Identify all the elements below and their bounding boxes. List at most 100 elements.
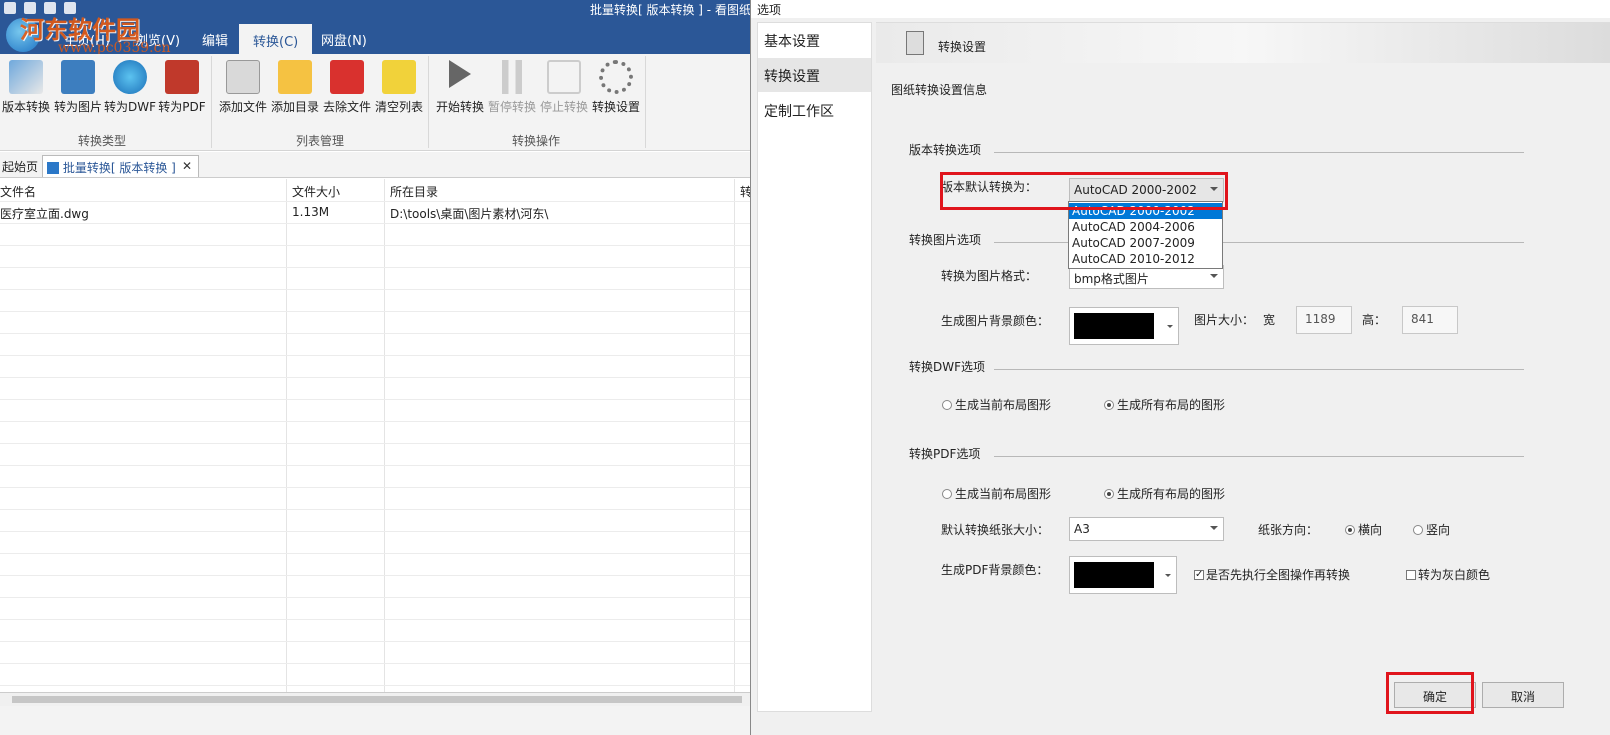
- to-image-button[interactable]: 转为图片: [50, 60, 106, 115]
- dialog-content: 转换设置 图纸转换设置信息 版本转换选项 版本默认转换为： AutoCAD 20…: [876, 22, 1610, 677]
- pause-convert-button[interactable]: 暂停转换: [484, 60, 540, 115]
- image-bg-label: 生成图片背景颜色：: [941, 314, 1050, 328]
- to-dwf-button[interactable]: 转为DWF: [102, 60, 158, 115]
- column-divider: [286, 179, 287, 692]
- column-header-size[interactable]: 文件大小: [292, 179, 340, 201]
- row-filename[interactable]: 医疗室立面.dwg: [0, 205, 89, 222]
- section-divider: [994, 456, 1524, 457]
- nav-basic-settings[interactable]: 基本设置: [758, 23, 871, 57]
- pdf-bg-label: 生成PDF背景颜色：: [941, 563, 1049, 577]
- row-divider: [0, 355, 750, 356]
- add-folder-button[interactable]: 添加目录: [267, 60, 323, 115]
- pdf-bg-color-picker[interactable]: [1069, 556, 1177, 594]
- dialog-title: 选项: [751, 0, 1610, 18]
- group-label-list-management: 列表管理: [296, 134, 345, 148]
- section-version: 版本转换选项: [909, 143, 982, 157]
- nav-custom-workspace[interactable]: 定制工作区: [758, 93, 871, 127]
- dropdown-option[interactable]: AutoCAD 2010-2012: [1069, 251, 1222, 267]
- orientation-landscape-radio[interactable]: 横向: [1345, 521, 1382, 538]
- clear-list-button[interactable]: 清空列表: [371, 60, 427, 115]
- radio-selected-icon: [1345, 524, 1355, 535]
- highlight-box-version: [940, 172, 1228, 210]
- pdf-icon: [165, 60, 199, 94]
- dialog-nav: 基本设置 转换设置 定制工作区: [757, 22, 872, 712]
- row-divider: [0, 575, 750, 576]
- version-convert-button[interactable]: 版本转换: [0, 60, 54, 115]
- open-icon[interactable]: [4, 2, 16, 14]
- nav-convert-settings[interactable]: 转换设置: [758, 58, 871, 92]
- row-divider: [0, 333, 750, 334]
- cancel-button[interactable]: 取消: [1482, 682, 1564, 708]
- pdf-paper-select[interactable]: A3: [1069, 517, 1224, 541]
- convert-settings-button[interactable]: 转换设置: [588, 60, 644, 115]
- document-tab-bar: 起始页 批量转换[ 版本转换 ] ✕: [0, 152, 770, 178]
- dropdown-option[interactable]: AutoCAD 2004-2006: [1069, 219, 1222, 235]
- image-width-input[interactable]: 1189: [1296, 306, 1352, 334]
- highlight-box-ok: [1386, 672, 1474, 714]
- orientation-portrait-radio[interactable]: 竖向: [1413, 521, 1450, 538]
- radio-selected-icon: [1104, 399, 1114, 410]
- close-icon[interactable]: ✕: [182, 159, 192, 173]
- radio-icon: [942, 488, 952, 499]
- row-divider: [0, 377, 750, 378]
- recycle-bin-icon: [382, 60, 416, 94]
- row-divider: [0, 421, 750, 422]
- image-width-label: 宽: [1263, 313, 1276, 327]
- pdf-paper-label: 默认转换纸张大小：: [941, 523, 1050, 537]
- checkbox-icon: [1406, 569, 1416, 580]
- stop-convert-button[interactable]: 停止转换: [536, 60, 592, 115]
- row-divider: [0, 663, 750, 664]
- tab-batch-convert[interactable]: 批量转换[ 版本转换 ] ✕: [42, 155, 199, 177]
- checkmark-icon: ✓: [1194, 568, 1204, 580]
- group-label-convert-operation: 转换操作: [512, 134, 561, 148]
- row-size: 1.13M: [292, 205, 330, 219]
- pdf-all-layouts-radio[interactable]: 生成所有布局的图形: [1104, 485, 1225, 502]
- remove-file-button[interactable]: 去除文件: [319, 60, 375, 115]
- file-list-table: 文件名 文件大小 所在目录 转 医疗室立面.dwg 1.13M D:\tools…: [0, 179, 770, 692]
- image-icon: [61, 60, 95, 94]
- scrollbar-thumb[interactable]: [12, 696, 742, 703]
- row-divider: [0, 465, 750, 466]
- section-divider: [994, 152, 1524, 153]
- dwf-current-layout-radio[interactable]: 生成当前布局图形: [942, 396, 1051, 413]
- section-dwf: 转换DWF选项: [909, 360, 986, 374]
- full-view-first-checkbox[interactable]: ✓ 是否先执行全图操作再转换: [1194, 566, 1350, 583]
- add-file-icon: [226, 60, 260, 94]
- dropdown-option[interactable]: AutoCAD 2007-2009: [1069, 235, 1222, 251]
- chevron-down-icon: [1210, 526, 1218, 530]
- version-convert-icon: [9, 60, 43, 94]
- image-height-input[interactable]: 841: [1402, 306, 1458, 334]
- tab-start-page[interactable]: 起始页: [0, 155, 42, 177]
- batch-icon: [47, 162, 59, 174]
- horizontal-scrollbar[interactable]: [0, 692, 770, 706]
- section-divider: [994, 369, 1524, 370]
- row-divider: [0, 487, 750, 488]
- row-divider: [0, 201, 750, 202]
- row-divider: [0, 597, 750, 598]
- start-convert-button[interactable]: 开始转换: [432, 60, 488, 115]
- chevron-down-icon: [1165, 574, 1171, 577]
- row-divider: [0, 509, 750, 510]
- content-header: 转换设置: [876, 23, 1610, 63]
- add-file-button[interactable]: 添加文件: [215, 60, 271, 115]
- to-pdf-button[interactable]: 转为PDF: [154, 60, 210, 115]
- color-swatch: [1074, 313, 1154, 339]
- menu-edit[interactable]: 编辑: [202, 30, 228, 49]
- version-dropdown-list: AutoCAD 2000-2002 AutoCAD 2004-2006 Auto…: [1068, 201, 1223, 269]
- menu-convert[interactable]: 转换(C): [239, 24, 313, 54]
- image-size-label: 图片大小：: [1194, 313, 1255, 327]
- pdf-current-layout-radio[interactable]: 生成当前布局图形: [942, 485, 1051, 502]
- row-divider: [0, 311, 750, 312]
- image-height-label: 高：: [1362, 313, 1387, 327]
- menu-cloud[interactable]: 网盘(N): [321, 30, 367, 49]
- dwf-all-layouts-radio[interactable]: 生成所有布局的图形: [1104, 396, 1225, 413]
- column-header-filename[interactable]: 文件名: [0, 179, 36, 201]
- grayscale-checkbox[interactable]: 转为灰白颜色: [1406, 566, 1490, 583]
- remove-icon: [330, 60, 364, 94]
- dwf-icon: [113, 60, 147, 94]
- column-header-directory[interactable]: 所在目录: [390, 179, 438, 201]
- gear-icon: [599, 60, 633, 94]
- window-title: 批量转换[ 版本转换 ] - 看图纸(CA: [590, 3, 773, 17]
- stop-icon: [547, 60, 581, 94]
- image-bg-color-picker[interactable]: [1069, 307, 1179, 345]
